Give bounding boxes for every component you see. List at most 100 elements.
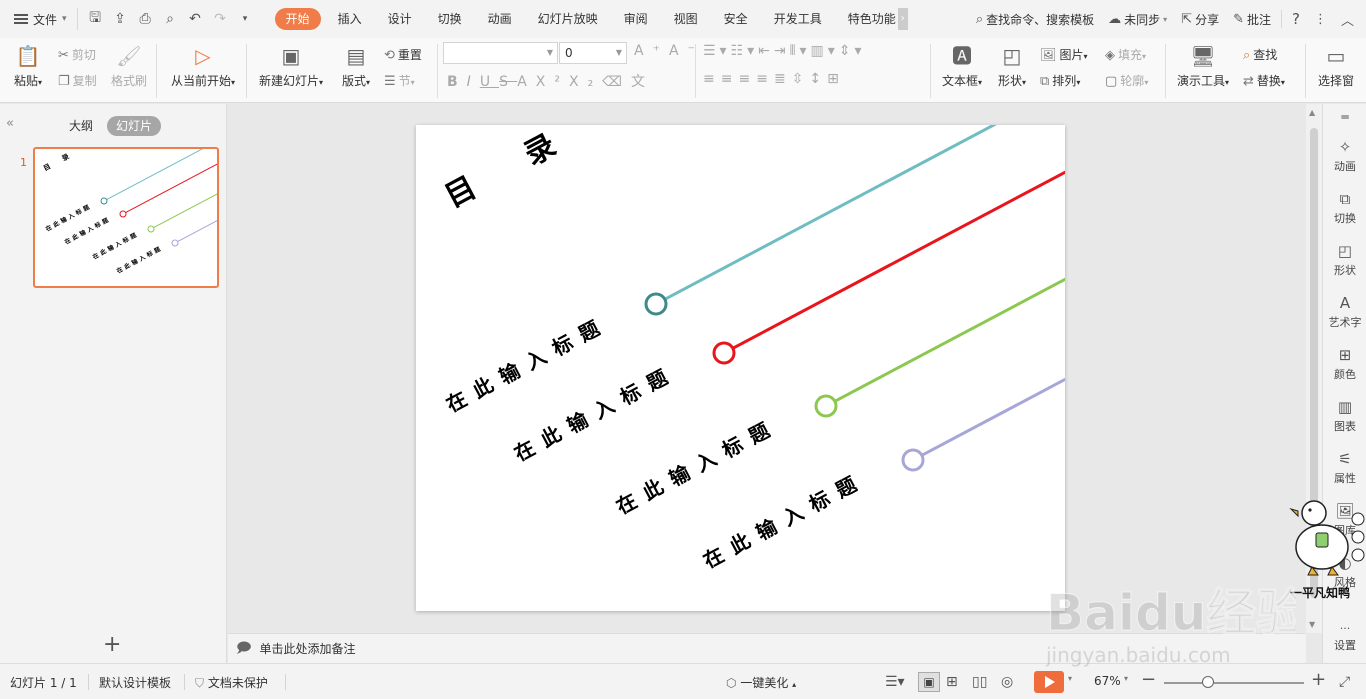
format-painter-button[interactable]: 🖌 格式刷 xyxy=(111,44,147,89)
file-menu-button[interactable]: 文件 ▾ xyxy=(0,0,77,38)
tab-outline[interactable]: 大纲 xyxy=(60,116,102,136)
column-icon[interactable]: ▥▾ xyxy=(811,43,839,59)
slide-canvas[interactable]: 目 录 在此输入标题 在此输入标题 在此输入标题 在此输入标题 xyxy=(416,125,1065,611)
tab-review[interactable]: 审阅 xyxy=(611,0,661,38)
font-color-icon[interactable]: A xyxy=(517,74,536,90)
print-icon[interactable]: ⎙ xyxy=(134,11,157,27)
clear-format-icon[interactable]: ⌫ xyxy=(602,74,631,90)
redo-icon[interactable]: ↷ xyxy=(209,11,232,27)
paste-button[interactable]: 📋 粘贴▾ xyxy=(10,44,46,89)
customize-dropdown-icon[interactable]: ▾ xyxy=(234,14,257,24)
outline-button[interactable]: ▢ 轮廓▾ xyxy=(1105,72,1148,89)
replace-button[interactable]: ⇄ 替换▾ xyxy=(1243,72,1285,89)
zoom-level[interactable]: 67% xyxy=(1094,674,1121,688)
para-settings-icon[interactable]: ⊞ xyxy=(827,71,845,87)
textbox-button[interactable]: 🅰 文本框▾ xyxy=(940,44,984,89)
add-slide-button[interactable]: + xyxy=(103,632,121,657)
picture-button[interactable]: 🖼 图片▾ xyxy=(1040,46,1088,63)
italic-icon[interactable]: I xyxy=(467,74,480,90)
print-preview-icon[interactable]: ⌕ xyxy=(159,11,182,27)
search-command-button[interactable]: ⌕ 查找命令、搜索模板 xyxy=(969,11,1101,28)
section-button[interactable]: ☰ 节▾ xyxy=(384,72,415,89)
font-family-combo[interactable]: ▼ xyxy=(443,42,558,64)
new-slide-button[interactable]: ▣ 新建幻灯片▾ xyxy=(258,44,324,89)
tab-view[interactable]: 视图 xyxy=(661,0,711,38)
justify-icon[interactable]: ≡ xyxy=(756,71,774,87)
underline-icon[interactable]: U xyxy=(480,74,499,90)
tab-developer[interactable]: 开发工具 xyxy=(761,0,835,38)
align-right-icon[interactable]: ≡ xyxy=(738,71,756,87)
design-template[interactable]: 默认设计模板 xyxy=(99,674,171,691)
layout-button[interactable]: ▤ 版式▾ xyxy=(339,44,373,89)
find-button[interactable]: ⌕ 查找 xyxy=(1243,46,1277,63)
line-spacing-icon[interactable]: ⇕▾ xyxy=(839,43,866,59)
task-properties[interactable]: ⚟ 属性 xyxy=(1323,450,1366,486)
reading-view-icon[interactable]: ▯▯ xyxy=(972,674,987,690)
tab-features[interactable]: 特色功能 xyxy=(835,0,898,38)
export-icon[interactable]: ⇪ xyxy=(109,11,132,27)
decrease-indent-icon[interactable]: ⇤ xyxy=(758,43,774,59)
task-color[interactable]: ⊞ 颜色 xyxy=(1323,346,1366,382)
task-wordart[interactable]: A 艺术字 xyxy=(1323,294,1366,330)
document-protection[interactable]: ⛉ 文档未保护 xyxy=(195,674,268,691)
align-left-icon[interactable]: ≡ xyxy=(703,71,721,87)
task-chart[interactable]: ▥ 图表 xyxy=(1323,398,1366,434)
more-options-button[interactable]: ⋮ xyxy=(1307,12,1334,27)
task-animation[interactable]: ✧ 动画 xyxy=(1323,138,1366,174)
number-list-icon[interactable]: ☷▾ xyxy=(731,43,759,59)
play-from-current-button[interactable]: ▷ 从当前开始▾ xyxy=(168,44,238,89)
tab-animation[interactable]: 动画 xyxy=(475,0,525,38)
share-button[interactable]: ⇱ 分享 xyxy=(1174,11,1226,28)
tab-transition[interactable]: 切换 xyxy=(425,0,475,38)
tab-insert[interactable]: 插入 xyxy=(325,0,375,38)
collapse-ribbon-button[interactable]: ︿ xyxy=(1334,10,1366,29)
text-direction-icon[interactable]: ⫴▾ xyxy=(790,43,811,59)
cut-button[interactable]: ✂ 剪切 xyxy=(58,46,96,63)
shape-button[interactable]: ◰ 形状▾ xyxy=(996,44,1028,89)
scroll-up-icon[interactable]: ▲ xyxy=(1309,108,1315,117)
task-settings[interactable]: ··· 设置 xyxy=(1323,622,1366,653)
tabs-scroll-right-icon[interactable]: › xyxy=(897,8,908,30)
comment-button[interactable]: ✎ 批注 xyxy=(1226,11,1278,28)
task-shape[interactable]: ◰ 形状 xyxy=(1323,242,1366,278)
shrink-font-icon[interactable]: A⁻ xyxy=(669,43,704,59)
tab-slideshow[interactable]: 幻灯片放映 xyxy=(525,0,611,38)
tab-design[interactable]: 设计 xyxy=(375,0,425,38)
tab-security[interactable]: 安全 xyxy=(711,0,761,38)
save-icon[interactable]: 🖫 xyxy=(84,7,107,31)
presentation-tools-button[interactable]: 🖥 演示工具▾ xyxy=(1174,44,1232,89)
collapse-panel-icon[interactable]: « xyxy=(6,116,14,131)
sync-button[interactable]: ☁ 未同步 ▾ xyxy=(1101,11,1174,28)
selection-pane-button[interactable]: ▭ 选择窗 xyxy=(1314,44,1358,89)
zoom-slider-knob[interactable] xyxy=(1202,676,1214,688)
collapse-task-pane[interactable]: ═ xyxy=(1323,110,1366,126)
fill-button[interactable]: ◈ 填充▾ xyxy=(1105,46,1146,63)
slide-thumbnail[interactable]: 目 录 在此输入标题 在此输入标题 在此输入标题 在此输入标题 xyxy=(33,147,219,288)
vertical-align-icon[interactable]: ⇳ xyxy=(792,71,810,87)
phonetic-icon[interactable]: 文 xyxy=(631,74,654,90)
grow-font-icon[interactable]: A⁺ xyxy=(634,43,669,59)
para-spacing-icon[interactable]: ↕ xyxy=(809,71,827,87)
chevron-down-icon[interactable]: ▾ xyxy=(1068,674,1072,683)
record-icon[interactable]: ◎ xyxy=(1001,674,1013,690)
tab-slides[interactable]: 幻灯片 xyxy=(107,116,162,136)
bullet-list-icon[interactable]: ☰▾ xyxy=(703,43,731,59)
strikethrough-icon[interactable]: S xyxy=(499,74,517,90)
font-size-combo[interactable]: 0 ▼ xyxy=(559,42,627,64)
bold-icon[interactable]: B xyxy=(447,74,467,90)
copy-button[interactable]: ❐ 复制 xyxy=(58,72,97,89)
chevron-down-icon[interactable]: ▾ xyxy=(1124,674,1128,683)
subscript-icon[interactable]: X₂ xyxy=(569,74,602,90)
fit-window-icon[interactable]: ⤢ xyxy=(1339,674,1350,690)
scroll-down-icon[interactable]: ▼ xyxy=(1309,620,1315,629)
superscript-icon[interactable]: X² xyxy=(536,74,569,90)
distribute-icon[interactable]: ≣ xyxy=(774,71,792,87)
play-slideshow-button[interactable] xyxy=(1034,671,1064,693)
tab-home[interactable]: 开始 xyxy=(274,8,321,30)
one-click-beautify[interactable]: ⬡ 一键美化 ▴ xyxy=(726,674,796,691)
reset-button[interactable]: ⟲ 重置 xyxy=(384,46,422,63)
zoom-in-icon[interactable]: + xyxy=(1311,669,1326,690)
notes-toggle-icon[interactable]: ☰▾ xyxy=(885,674,905,690)
help-button[interactable]: ? xyxy=(1285,10,1307,28)
zoom-out-icon[interactable]: − xyxy=(1141,669,1156,690)
